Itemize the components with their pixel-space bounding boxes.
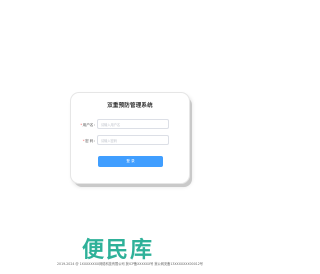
password-placeholder: 请输入密码 <box>101 138 117 143</box>
password-label-text: 密 码： <box>85 139 97 143</box>
password-input[interactable]: 请输入密码 <box>97 135 169 145</box>
username-input[interactable]: 请输入用户名 <box>97 119 169 129</box>
watermark-logo: 便民库 <box>82 238 155 263</box>
username-label-text: 用户名： <box>82 123 97 127</box>
password-label: *密 码： <box>77 139 97 144</box>
login-card: 双重预防管理系统 *用户名： 请输入用户名 *密 码： 请输入密码 登 录 <box>71 93 189 183</box>
login-title: 双重预防管理系统 <box>107 103 153 109</box>
username-placeholder: 请输入用户名 <box>101 122 121 127</box>
username-label: *用户名： <box>77 123 97 128</box>
login-button[interactable]: 登 录 <box>98 156 163 167</box>
